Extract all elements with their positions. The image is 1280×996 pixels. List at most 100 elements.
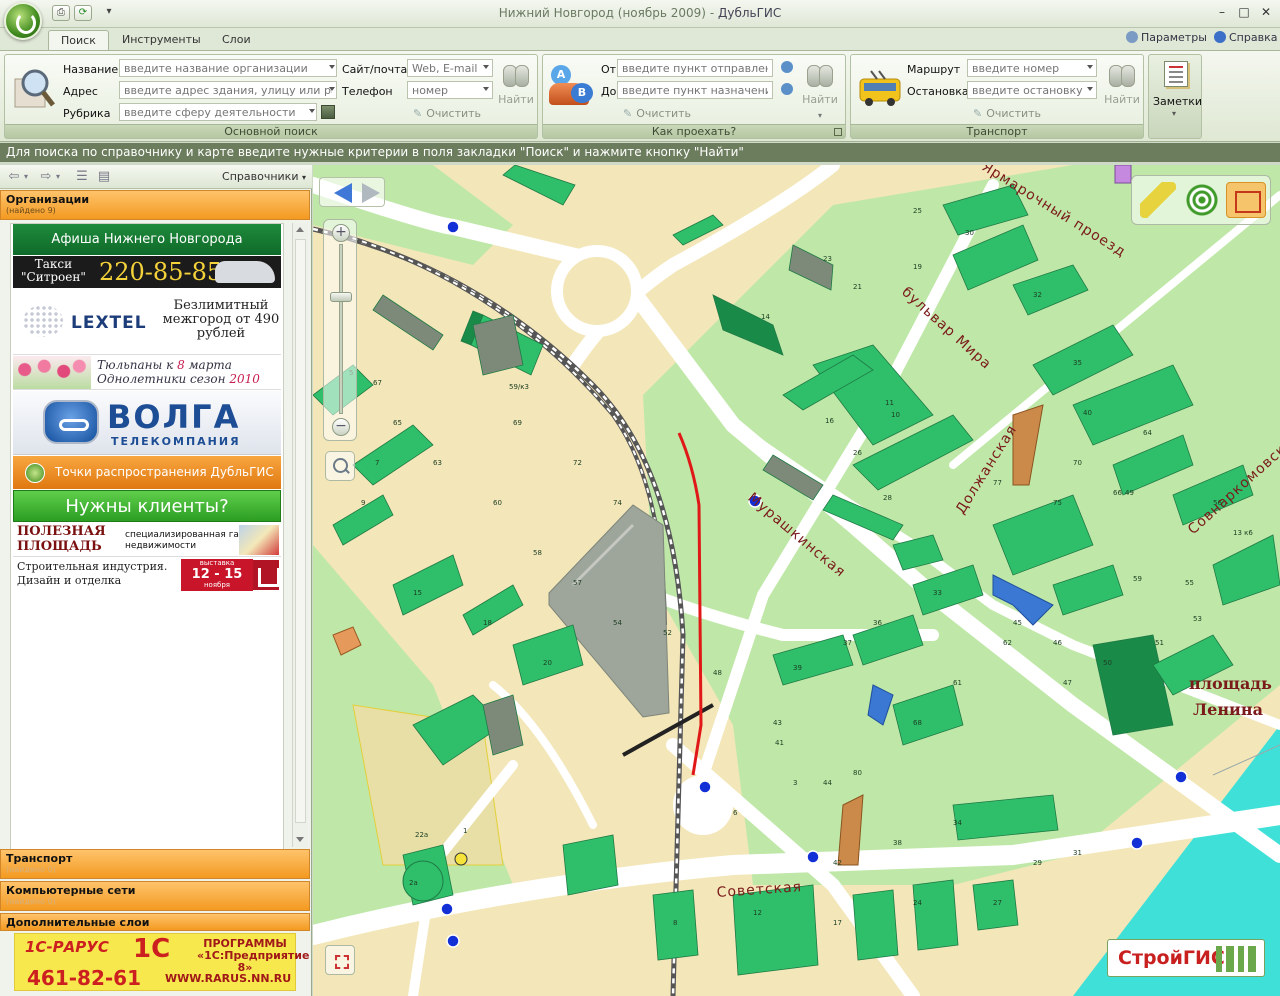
section-transport[interactable]: Транспорт (найдено 0) bbox=[0, 849, 310, 879]
section-computer-networks[interactable]: Компьютерные сети (найдено 0) bbox=[0, 881, 310, 911]
stroigis-text: СтройГИС bbox=[1118, 947, 1225, 969]
ad-stroi-line1: Строительная индустрия. bbox=[17, 560, 168, 573]
house-icon bbox=[253, 560, 280, 590]
ad-stroi-dates-num: 12 - 15 bbox=[191, 567, 243, 582]
params-link[interactable]: Параметры bbox=[1126, 31, 1207, 44]
route-find-dropdown-icon[interactable]: ▾ bbox=[818, 111, 822, 120]
route-find-button[interactable]: Найти bbox=[801, 93, 839, 106]
map-canvas[interactable]: 59/к323211911141016262833363739414445464… bbox=[313, 165, 1280, 996]
rubric-dropdown-icon[interactable] bbox=[309, 109, 315, 113]
map-magnifier-icon[interactable] bbox=[325, 451, 355, 481]
rubric-tree-icon[interactable] bbox=[321, 105, 335, 119]
zoom-out-icon[interactable]: − bbox=[332, 418, 350, 436]
scroll-up-icon[interactable] bbox=[296, 227, 304, 232]
ad-lextel[interactable]: LEXTEL Безлимитный межгород от 490 рубле… bbox=[13, 289, 281, 355]
ad-taxi[interactable]: Такси "Ситроен" 220-85-85 bbox=[13, 256, 281, 288]
phone-input[interactable] bbox=[407, 81, 493, 99]
route-number-label: Маршрут bbox=[907, 63, 961, 76]
window-title: Нижний Новгород (ноябрь 2009) - ДубльГИС bbox=[0, 6, 1280, 20]
building-number: 29 bbox=[1033, 859, 1042, 867]
ruler-icon[interactable] bbox=[1140, 182, 1176, 218]
area-measure-icon[interactable] bbox=[1226, 182, 1266, 218]
ad-1c-rarus[interactable]: 1С-РАРУС 1С ПРОГРАММЫ «1С:Предприятие 8»… bbox=[14, 933, 309, 991]
map-back-icon[interactable] bbox=[334, 183, 352, 203]
building-number: 80 bbox=[853, 769, 862, 777]
ad-tulips[interactable]: Тюльпаны к 8 марта Однолетники сезон 201… bbox=[13, 356, 281, 390]
ad-dublgis-points[interactable]: Точки распространения ДубльГИС bbox=[13, 456, 281, 489]
list-icon[interactable]: ☰ bbox=[74, 169, 90, 185]
forward-dropdown-icon[interactable]: ▾ bbox=[54, 169, 62, 185]
scroll-thumb[interactable] bbox=[295, 239, 306, 823]
building-number: 39 bbox=[793, 664, 802, 672]
name-dropdown-icon[interactable] bbox=[329, 65, 335, 69]
from-pick-icon[interactable] bbox=[781, 61, 793, 73]
section-organizations-count: (найдено 9) bbox=[6, 206, 56, 215]
scroll-down-icon[interactable] bbox=[296, 837, 304, 842]
rubric-input[interactable] bbox=[119, 103, 317, 121]
map-select-icon[interactable] bbox=[325, 945, 355, 975]
site-dropdown-icon[interactable] bbox=[483, 65, 489, 69]
transport-clear-button[interactable]: Очистить bbox=[973, 107, 1041, 120]
tab-tools[interactable]: Инструменты bbox=[110, 30, 213, 50]
map-tools bbox=[1131, 175, 1271, 225]
search-magnifier-icon bbox=[14, 69, 55, 108]
ad-tulips-line1: Тюльпаны к bbox=[97, 358, 174, 372]
stroigis-logo[interactable]: СтройГИС bbox=[1107, 939, 1265, 977]
maximize-button[interactable]: □ bbox=[1236, 4, 1252, 20]
help-link[interactable]: Справка bbox=[1214, 31, 1277, 44]
zoom-track[interactable] bbox=[339, 244, 343, 414]
forward-icon[interactable]: ⇨ bbox=[38, 169, 54, 185]
transport-find-button[interactable]: Найти bbox=[1103, 93, 1141, 106]
ad-volga[interactable]: ВОЛГА ТЕЛЕКОМПАНИЯ bbox=[13, 391, 281, 455]
to-pick-icon[interactable] bbox=[781, 83, 793, 95]
to-input[interactable] bbox=[617, 81, 773, 99]
section-extra-layers[interactable]: Дополнительные слои bbox=[0, 913, 310, 931]
map-view[interactable]: 59/к3 23 21 19 11 14 10 16 26 28 33 36 37 39 41 44 45 46 4… bbox=[313, 165, 1280, 996]
route-number-dropdown-icon[interactable] bbox=[1087, 65, 1093, 69]
ad-afisha[interactable]: Афиша Нижнего Новгорода bbox=[13, 224, 281, 255]
ad-polez-title: ПОЛЕЗНАЯ ПЛОЩАДЬ bbox=[17, 524, 106, 554]
minimize-button[interactable]: – bbox=[1214, 4, 1230, 20]
zoom-in-icon[interactable]: + bbox=[332, 224, 350, 242]
close-button[interactable]: ✕ bbox=[1258, 4, 1274, 20]
help-icon bbox=[1214, 31, 1226, 43]
zoom-slider[interactable]: + − bbox=[323, 219, 357, 441]
stop-input[interactable] bbox=[967, 81, 1097, 99]
zoom-knob[interactable] bbox=[330, 292, 352, 302]
from-input[interactable] bbox=[617, 59, 773, 77]
map-forward-icon[interactable] bbox=[362, 183, 380, 203]
route-a-icon: A bbox=[551, 65, 571, 85]
notes-group[interactable]: Заметки ▾ bbox=[1148, 54, 1202, 139]
search-find-button[interactable]: Найти bbox=[497, 93, 535, 106]
ad-list-scrollbar[interactable] bbox=[292, 223, 308, 847]
back-icon[interactable]: ⇦ bbox=[6, 169, 22, 185]
section-networks-title: Компьютерные сети bbox=[6, 884, 136, 897]
route-group-launcher-icon[interactable] bbox=[834, 128, 842, 136]
radar-icon[interactable] bbox=[1184, 182, 1220, 218]
tab-layers[interactable]: Слои bbox=[210, 30, 263, 50]
phone-dropdown-icon[interactable] bbox=[483, 87, 489, 91]
search-clear-button[interactable]: Очистить bbox=[413, 107, 481, 120]
route-clear-button[interactable]: Очистить bbox=[623, 107, 691, 120]
name-input[interactable] bbox=[119, 59, 337, 77]
ad-rarus-www: WWW.RARUS.NN.RU bbox=[165, 972, 292, 985]
address-dropdown-icon[interactable] bbox=[329, 87, 335, 91]
ad-polezn-ploschad[interactable]: ПОЛЕЗНАЯ ПЛОЩАДЬ специализированная газет… bbox=[13, 523, 281, 557]
tab-search[interactable]: Поиск bbox=[48, 30, 109, 50]
address-input[interactable] bbox=[119, 81, 337, 99]
stop-dropdown-icon[interactable] bbox=[1087, 87, 1093, 91]
section-organizations[interactable]: Организации (найдено 9) bbox=[0, 190, 310, 220]
route-number-input[interactable] bbox=[967, 59, 1097, 77]
ad-clients[interactable]: Нужны клиенты? bbox=[13, 490, 281, 522]
building-number: 47 bbox=[1063, 679, 1072, 687]
site-input[interactable] bbox=[407, 59, 493, 77]
back-dropdown-icon[interactable]: ▾ bbox=[22, 169, 30, 185]
document-icon[interactable]: ▤ bbox=[96, 169, 112, 185]
directories-menu[interactable]: Справочники ▾ bbox=[222, 170, 306, 183]
transport-group: Маршрут Остановка Очистить Найти Транспо… bbox=[850, 54, 1144, 139]
app-menu-button[interactable] bbox=[4, 2, 42, 40]
building-number: 45 bbox=[1013, 619, 1022, 627]
building-number: 11 bbox=[885, 399, 894, 407]
building-number: 14 bbox=[761, 313, 770, 321]
ad-stroi-industriya[interactable]: Строительная индустрия. Дизайн и отделка … bbox=[13, 558, 281, 592]
